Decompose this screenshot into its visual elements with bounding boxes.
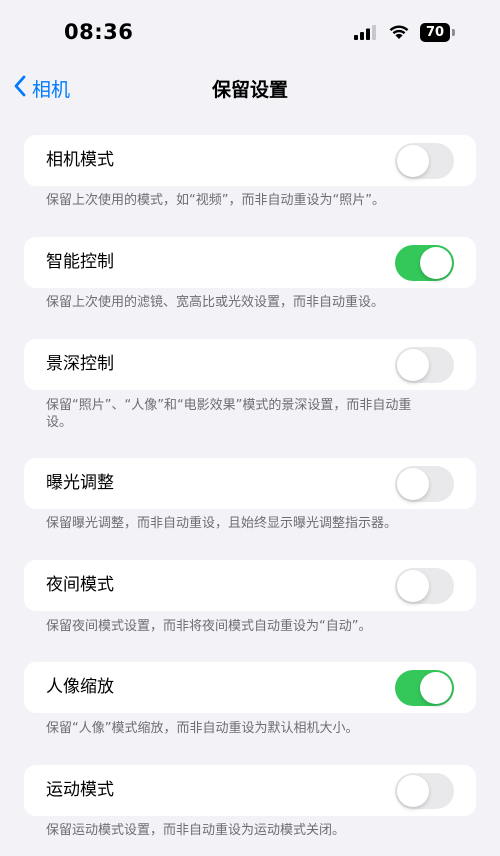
setting-footer: 保留夜间模式设置，而非将夜间模式自动重设为“自动”。 xyxy=(46,619,372,634)
camera-mode-toggle[interactable] xyxy=(395,143,454,179)
setting-label: 夜间模式 xyxy=(46,575,114,595)
setting-label: 运动模式 xyxy=(46,780,114,800)
action-mode-toggle[interactable] xyxy=(395,773,454,809)
wifi-icon xyxy=(388,22,410,44)
smart-control-toggle[interactable] xyxy=(395,245,454,281)
exposure-adjustment-toggle[interactable] xyxy=(395,466,454,502)
setting-row-night-mode: 夜间模式 xyxy=(24,560,476,611)
setting-label: 曝光调整 xyxy=(46,473,114,493)
setting-footer: 保留上次使用的滤镜、宽高比或光效设置，而非自动重设。 xyxy=(46,295,385,310)
depth-control-toggle[interactable] xyxy=(395,347,454,383)
setting-row-exposure-adjustment: 曝光调整 xyxy=(24,458,476,509)
status-bar: 08:36 70 xyxy=(0,0,500,66)
setting-footer: 保留“人像”模式缩放，而非自动重设为默认相机大小。 xyxy=(46,721,359,736)
setting-label: 相机模式 xyxy=(46,150,114,170)
setting-footer: 保留曝光调整，而非自动重设，且始终显示曝光调整指示器。 xyxy=(46,516,398,531)
night-mode-toggle[interactable] xyxy=(395,568,454,604)
setting-row-action-mode: 运动模式 xyxy=(24,765,476,816)
cellular-signal-icon xyxy=(354,25,376,44)
setting-row-camera-mode: 相机模式 xyxy=(24,135,476,186)
portrait-zoom-toggle[interactable] xyxy=(395,670,454,706)
setting-row-smart-control: 智能控制 xyxy=(24,237,476,288)
battery-level: 70 xyxy=(425,25,445,40)
setting-row-portrait-zoom: 人像缩放 xyxy=(24,662,476,713)
setting-label: 景深控制 xyxy=(46,354,114,374)
status-time: 08:36 xyxy=(64,20,134,44)
setting-footer: 保留“照片”、“人像”和“电影效果”模式的景深设置，而非自动重设。 xyxy=(46,398,412,430)
page-title: 保留设置 xyxy=(211,79,288,101)
setting-label: 人像缩放 xyxy=(46,677,114,697)
setting-footer: 保留上次使用的模式，如“视频”，而非自动重设为“照片”。 xyxy=(46,193,385,208)
setting-label: 智能控制 xyxy=(46,252,114,272)
setting-footer: 保留运动模式设置，而非自动重设为运动模式关闭。 xyxy=(46,823,346,838)
setting-row-depth-control: 景深控制 xyxy=(24,339,476,390)
navigation-bar: 相机 保留设置 xyxy=(0,66,500,110)
